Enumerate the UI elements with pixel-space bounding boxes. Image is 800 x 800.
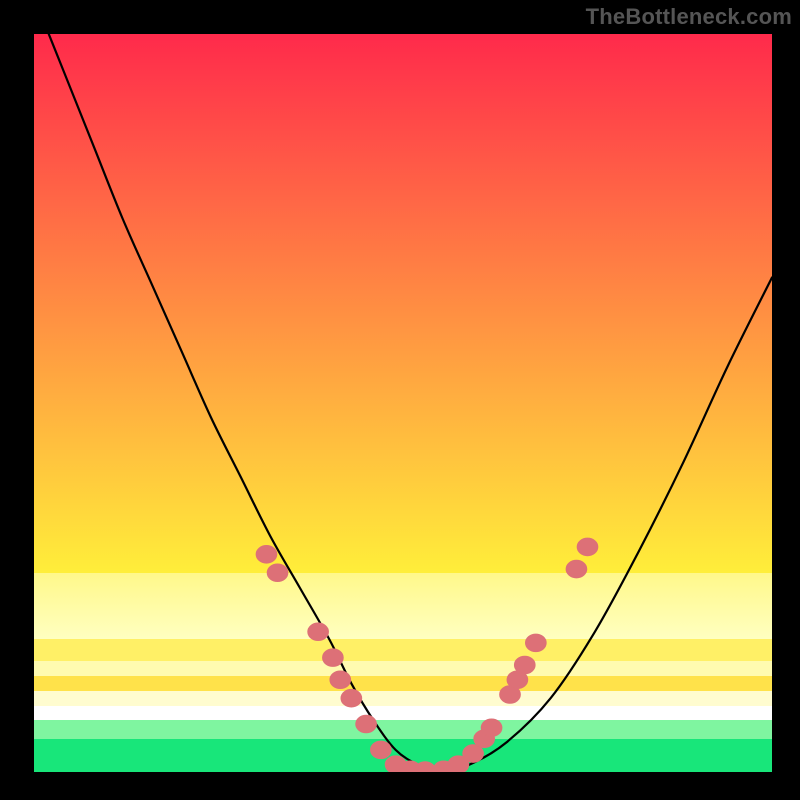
plot-area [34,34,772,772]
data-marker [308,623,329,641]
watermark-text: TheBottleneck.com [586,4,792,30]
data-marker [526,634,547,652]
data-marker [323,649,344,667]
data-marker [267,564,288,582]
chart-frame: TheBottleneck.com [0,0,800,800]
data-marker [514,656,535,674]
data-marker [330,671,351,689]
data-marker [566,560,587,578]
chart-overlay [34,34,772,772]
data-marker [341,689,362,707]
data-marker [356,715,377,733]
data-marker [577,538,598,556]
data-marker [256,546,277,564]
bottleneck-curve [34,34,772,772]
data-marker [481,719,502,737]
data-marker [371,741,392,759]
